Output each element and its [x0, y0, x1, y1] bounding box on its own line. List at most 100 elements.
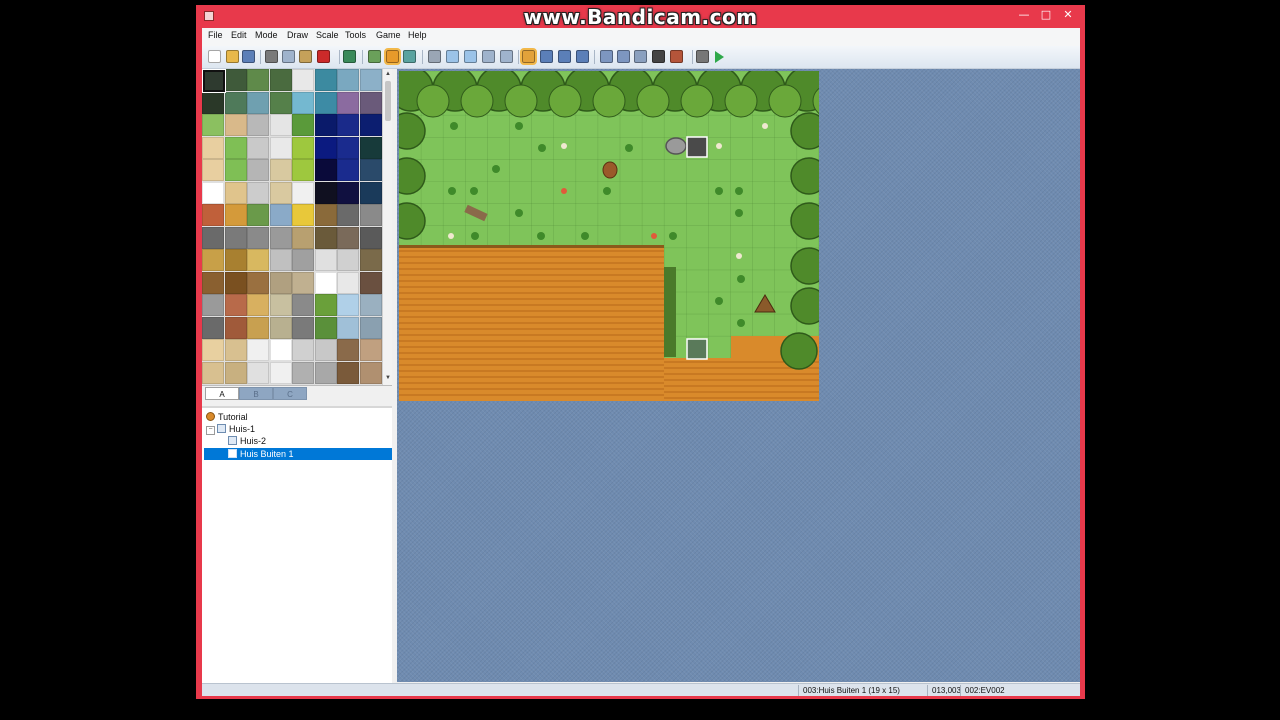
map-viewport[interactable]	[397, 69, 1080, 682]
tileset-tile[interactable]	[292, 249, 314, 271]
tileset-tile[interactable]	[292, 316, 314, 339]
tileset-tile[interactable]	[269, 226, 292, 249]
tileset-tile[interactable]	[314, 114, 337, 136]
tileset-tile[interactable]	[269, 181, 292, 204]
tileset-tile[interactable]	[292, 361, 314, 384]
tileset-tile[interactable]	[359, 91, 382, 114]
tileset-tile[interactable]	[247, 159, 269, 181]
scroll-down-icon[interactable]: ▼	[383, 374, 392, 382]
tileset-tile[interactable]	[247, 136, 269, 159]
zoom-1-4-icon[interactable]	[558, 50, 571, 63]
tileset-tile[interactable]	[247, 69, 269, 91]
tileset-tile[interactable]	[337, 181, 359, 204]
menu-file[interactable]: File	[208, 30, 223, 40]
tileset-tile[interactable]	[337, 114, 359, 136]
tileset-tile[interactable]	[292, 159, 314, 181]
menu-help[interactable]: Help	[408, 30, 427, 40]
tileset-tile[interactable]	[359, 181, 382, 204]
tileset-tile[interactable]	[224, 91, 247, 114]
options-icon[interactable]	[696, 50, 709, 63]
tileset-tile[interactable]	[314, 339, 337, 361]
tileset-tile[interactable]	[269, 339, 292, 361]
tileset-tile[interactable]	[247, 204, 269, 226]
tileset-tile[interactable]	[224, 114, 247, 136]
tileset-tile[interactable]	[269, 204, 292, 226]
save-project-icon[interactable]	[242, 50, 255, 63]
tileset-tile[interactable]	[314, 181, 337, 204]
tileset-tile[interactable]	[314, 204, 337, 226]
tileset-tile[interactable]	[247, 181, 269, 204]
undo-icon[interactable]	[343, 50, 356, 63]
script-editor-icon[interactable]	[634, 50, 647, 63]
tileset-tile[interactable]	[292, 136, 314, 159]
resource-manager-icon[interactable]	[617, 50, 630, 63]
tileset-tile[interactable]	[314, 316, 337, 339]
tileset-tile[interactable]	[314, 91, 337, 114]
tileset-tile[interactable]	[224, 271, 247, 294]
tileset-tile[interactable]	[202, 114, 224, 136]
sound-test-icon[interactable]	[652, 50, 665, 63]
tileset-tile[interactable]	[202, 294, 224, 316]
tileset-tile[interactable]	[314, 226, 337, 249]
delete-icon[interactable]	[317, 50, 330, 63]
tileset-tile[interactable]	[359, 69, 382, 91]
tileset-tile[interactable]	[247, 294, 269, 316]
zoom-1-2-icon[interactable]	[540, 50, 553, 63]
tileset-tile[interactable]	[359, 136, 382, 159]
menu-tools[interactable]: Tools	[345, 30, 366, 40]
tileset-tile[interactable]	[292, 271, 314, 294]
tileset-tile[interactable]	[202, 181, 224, 204]
region-mode-icon[interactable]	[403, 50, 416, 63]
tileset-tile[interactable]	[359, 316, 382, 339]
collapse-toggle-icon[interactable]: −	[206, 426, 215, 435]
tileset-tile[interactable]	[269, 91, 292, 114]
copy-icon[interactable]	[282, 50, 295, 63]
tileset-tile[interactable]	[247, 91, 269, 114]
tileset-tile[interactable]	[247, 249, 269, 271]
tileset-tile[interactable]	[292, 114, 314, 136]
rectangle-icon[interactable]	[446, 50, 459, 63]
tileset-tile[interactable]	[292, 294, 314, 316]
menu-edit[interactable]: Edit	[231, 30, 247, 40]
menu-scale[interactable]: Scale	[316, 30, 339, 40]
tileset-tile[interactable]	[202, 91, 224, 114]
tileset-tile[interactable]	[224, 69, 247, 91]
tileset-tile[interactable]	[247, 316, 269, 339]
tileset-palette[interactable]	[202, 69, 382, 385]
tileset-tile[interactable]	[337, 339, 359, 361]
tileset-tile[interactable]	[247, 226, 269, 249]
tileset-tile[interactable]	[247, 114, 269, 136]
tileset-tile[interactable]	[247, 339, 269, 361]
tileset-tile[interactable]	[314, 69, 337, 91]
tree-item-huis-buiten-1[interactable]: Huis Buiten 1	[204, 448, 392, 460]
tileset-tile[interactable]	[269, 136, 292, 159]
scroll-up-icon[interactable]: ▲	[383, 70, 392, 78]
tileset-tile[interactable]	[202, 316, 224, 339]
database-icon[interactable]	[600, 50, 613, 63]
tileset-tile[interactable]	[337, 294, 359, 316]
tileset-tile[interactable]	[202, 361, 224, 384]
tileset-tile[interactable]	[359, 294, 382, 316]
close-button[interactable]: ✕	[1058, 8, 1078, 22]
tileset-tile[interactable]	[202, 271, 224, 294]
tileset-tile[interactable]	[337, 159, 359, 181]
tileset-tile[interactable]	[269, 316, 292, 339]
tileset-tile[interactable]	[292, 69, 314, 91]
tileset-tile[interactable]	[337, 69, 359, 91]
tileset-tile[interactable]	[314, 249, 337, 271]
zoom-1-1-icon[interactable]	[520, 48, 537, 65]
ellipse-icon[interactable]	[464, 50, 477, 63]
tileset-tile[interactable]	[314, 361, 337, 384]
maximize-button[interactable]: □	[1036, 8, 1056, 22]
tileset-tile[interactable]	[359, 249, 382, 271]
tileset-tile[interactable]	[202, 204, 224, 226]
tileset-tile[interactable]	[337, 136, 359, 159]
tileset-tile[interactable]	[224, 249, 247, 271]
tileset-tile[interactable]	[269, 271, 292, 294]
tileset-tile[interactable]	[314, 271, 337, 294]
tileset-tile[interactable]	[292, 181, 314, 204]
tileset-tile[interactable]	[269, 114, 292, 136]
tileset-tile[interactable]	[292, 91, 314, 114]
tileset-tile[interactable]	[337, 91, 359, 114]
tileset-tile[interactable]	[359, 226, 382, 249]
